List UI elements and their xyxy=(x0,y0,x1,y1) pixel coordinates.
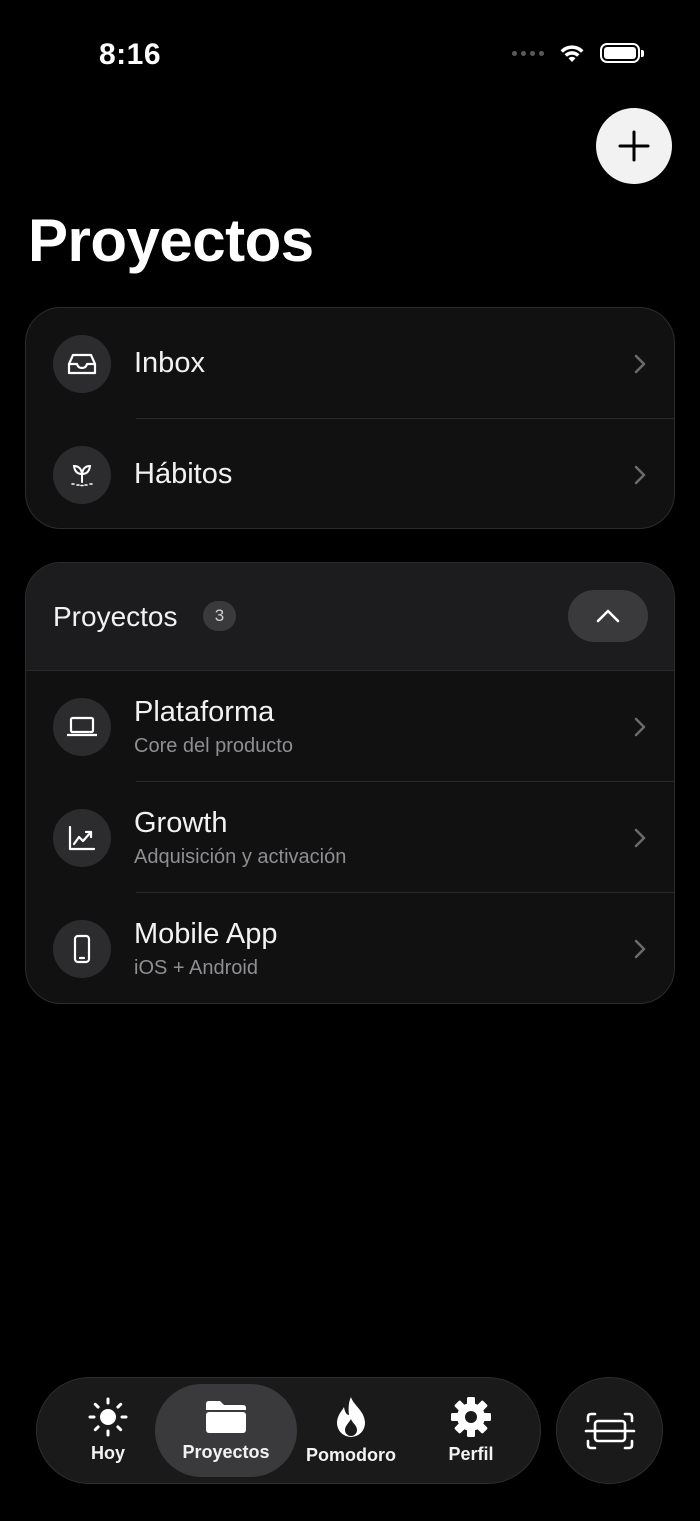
laptop-icon xyxy=(53,697,111,756)
battery-icon xyxy=(600,43,644,63)
chevron-right-icon xyxy=(634,465,646,484)
tab-perfil[interactable]: Perfil xyxy=(421,1384,521,1477)
folder-icon xyxy=(206,1401,246,1433)
project-subtitle: Core del producto xyxy=(134,734,293,757)
list-item-label: Inbox xyxy=(134,347,205,379)
flame-icon xyxy=(337,1397,365,1437)
page-title: Proyectos xyxy=(28,207,314,274)
tab-label: Perfil xyxy=(448,1444,494,1464)
status-time: 8:16 xyxy=(99,38,162,71)
collapse-button[interactable] xyxy=(568,590,648,642)
tab-hoy[interactable]: Hoy xyxy=(57,1384,159,1477)
tab-label: Proyectos xyxy=(182,1442,270,1462)
section-title: Proyectos xyxy=(53,601,178,632)
scan-icon xyxy=(584,1412,635,1449)
plus-icon xyxy=(618,130,650,162)
project-item-mobile-app[interactable]: Mobile App iOS + Android xyxy=(26,893,674,1003)
sprout-icon xyxy=(53,445,111,504)
add-project-button[interactable] xyxy=(596,108,672,184)
scan-button[interactable] xyxy=(556,1377,663,1484)
tab-proyectos[interactable]: Proyectos xyxy=(155,1384,297,1477)
project-item-plataforma[interactable]: Plataforma Core del producto xyxy=(26,671,674,782)
tab-bar: Hoy Proyectos Pomodoro Perfil xyxy=(36,1377,541,1484)
gear-icon xyxy=(451,1397,491,1437)
tab-label: Pomodoro xyxy=(306,1445,396,1465)
chevron-right-icon xyxy=(634,717,646,736)
project-title: Mobile App xyxy=(134,917,278,950)
projects-section-header: Proyectos 3 xyxy=(26,563,674,671)
sun-icon xyxy=(88,1397,128,1437)
signal-icon xyxy=(512,50,544,56)
chevron-right-icon xyxy=(634,828,646,847)
project-title: Plataforma xyxy=(134,695,275,728)
count-badge: 3 xyxy=(203,601,236,631)
status-icons xyxy=(512,42,644,64)
chevron-right-icon xyxy=(634,354,646,373)
project-subtitle: Adquisición y activación xyxy=(134,845,347,868)
list-item-habits[interactable]: Hábitos xyxy=(26,419,674,528)
chevron-right-icon xyxy=(634,939,646,958)
inbox-icon xyxy=(53,334,111,393)
list-item-label: Hábitos xyxy=(134,458,233,490)
quick-list-card: Inbox Hábitos xyxy=(25,307,675,529)
tab-label: Hoy xyxy=(90,1443,125,1463)
list-item-inbox[interactable]: Inbox xyxy=(26,308,674,419)
wifi-icon xyxy=(560,45,584,62)
project-subtitle: iOS + Android xyxy=(134,956,258,979)
chevron-up-icon xyxy=(596,609,620,623)
project-item-growth[interactable]: Growth Adquisición y activación xyxy=(26,782,674,893)
tab-pomodoro[interactable]: Pomodoro xyxy=(301,1384,401,1477)
chart-icon xyxy=(53,808,111,867)
phone-icon xyxy=(53,919,111,978)
project-title: Growth xyxy=(134,806,228,839)
projects-card: Proyectos 3 Plataforma Core del producto xyxy=(25,562,675,1004)
